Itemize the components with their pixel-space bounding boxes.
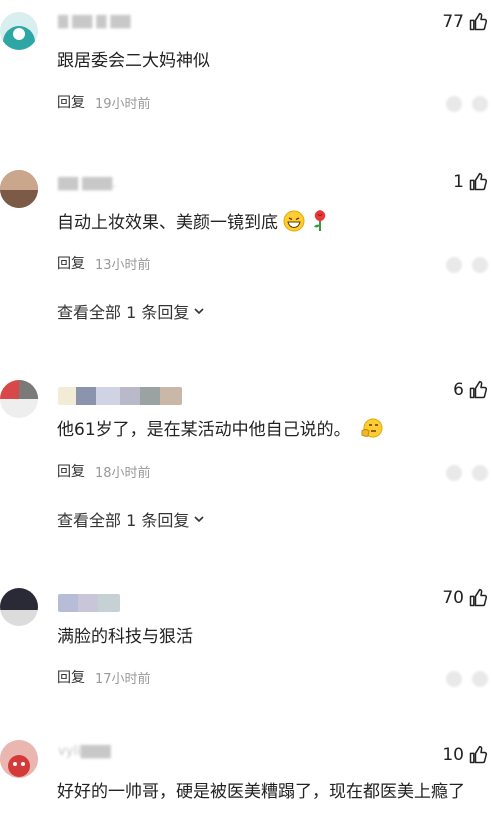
comment-text: 跟居委会二大妈神似 [57, 51, 210, 71]
reply-button[interactable]: 回复 [57, 667, 85, 687]
grinning-emoji-icon [283, 210, 305, 232]
comment-meta: 回复 13小时前 [57, 253, 151, 273]
timestamp: 19小时前 [95, 96, 151, 112]
comment-actions [446, 465, 488, 481]
like-button[interactable]: 77 [442, 12, 488, 32]
share-icon[interactable] [446, 257, 462, 273]
comment-text: 他61岁了，是在某活动中他自己说的。 [57, 420, 351, 440]
thumbs-up-icon [469, 12, 488, 31]
chevron-down-icon [194, 516, 204, 523]
comment-actions [446, 671, 488, 687]
like-button[interactable]: 70 [442, 588, 488, 608]
avatar[interactable] [0, 12, 38, 50]
like-count: 77 [442, 12, 464, 32]
timestamp: 17小时前 [95, 671, 151, 687]
like-button[interactable]: 6 [453, 380, 488, 400]
thumbs-up-icon [469, 745, 488, 764]
view-replies-label: 查看全部 1 条回复 [57, 511, 190, 530]
reply-button[interactable]: 回复 [57, 461, 85, 481]
more-icon[interactable] [472, 671, 488, 687]
like-count: 70 [442, 588, 464, 608]
comment-actions [446, 96, 488, 112]
chevron-down-icon [194, 308, 204, 315]
avatar[interactable] [0, 170, 38, 208]
more-icon[interactable] [472, 257, 488, 273]
thumbs-up-icon [469, 172, 488, 191]
thumbs-up-icon [469, 380, 488, 399]
comment-text: 自动上妆效果、美颜一镜到底 [57, 213, 278, 233]
comment-meta: 回复 19小时前 [57, 92, 151, 112]
comment-text-row: 他61岁了，是在某活动中他自己说的。 [57, 417, 384, 443]
more-icon[interactable] [472, 96, 488, 112]
thinking-emoji-icon [361, 418, 383, 438]
share-icon[interactable] [446, 465, 462, 481]
comment-text: 好好的一帅哥，硬是被医美糟蹋了，现在都医美上瘾了 [57, 782, 465, 802]
username-blurred[interactable]: vyli▇▇▇ [58, 744, 111, 759]
avatar[interactable] [0, 740, 38, 778]
timestamp: 13小时前 [95, 257, 151, 273]
avatar[interactable] [0, 380, 38, 418]
share-icon[interactable] [446, 671, 462, 687]
like-count: 10 [442, 745, 464, 765]
like-button[interactable]: 10 [442, 745, 488, 765]
reply-button[interactable]: 回复 [57, 253, 85, 273]
like-count: 6 [453, 380, 464, 400]
comment-text-row: 自动上妆效果、美颜一镜到底 [57, 208, 329, 236]
comment-text: 满脸的科技与狠活 [57, 627, 193, 647]
view-replies-link[interactable]: 查看全部 1 条回复 [57, 299, 205, 323]
comment-meta: 回复 17小时前 [57, 667, 151, 687]
rose-emoji-icon [313, 210, 326, 231]
username-blurred[interactable]: ▇ ▇▇ ▇ ▇▇ [58, 14, 130, 29]
username-blurred[interactable] [58, 387, 182, 405]
comment-meta: 回复 18小时前 [57, 461, 151, 481]
view-replies-label: 查看全部 1 条回复 [57, 303, 190, 322]
username-blurred[interactable]: ▇▇ ▇▇▇. [58, 176, 116, 191]
view-replies-link[interactable]: 查看全部 1 条回复 [57, 507, 205, 531]
reply-button[interactable]: 回复 [57, 92, 85, 112]
more-icon[interactable] [472, 465, 488, 481]
like-count: 1 [453, 172, 464, 192]
thumbs-up-icon [469, 588, 488, 607]
comment-actions [446, 257, 488, 273]
timestamp: 18小时前 [95, 465, 151, 481]
share-icon[interactable] [446, 96, 462, 112]
username-blurred[interactable] [58, 594, 120, 612]
avatar[interactable] [0, 588, 38, 626]
like-button[interactable]: 1 [453, 172, 488, 192]
